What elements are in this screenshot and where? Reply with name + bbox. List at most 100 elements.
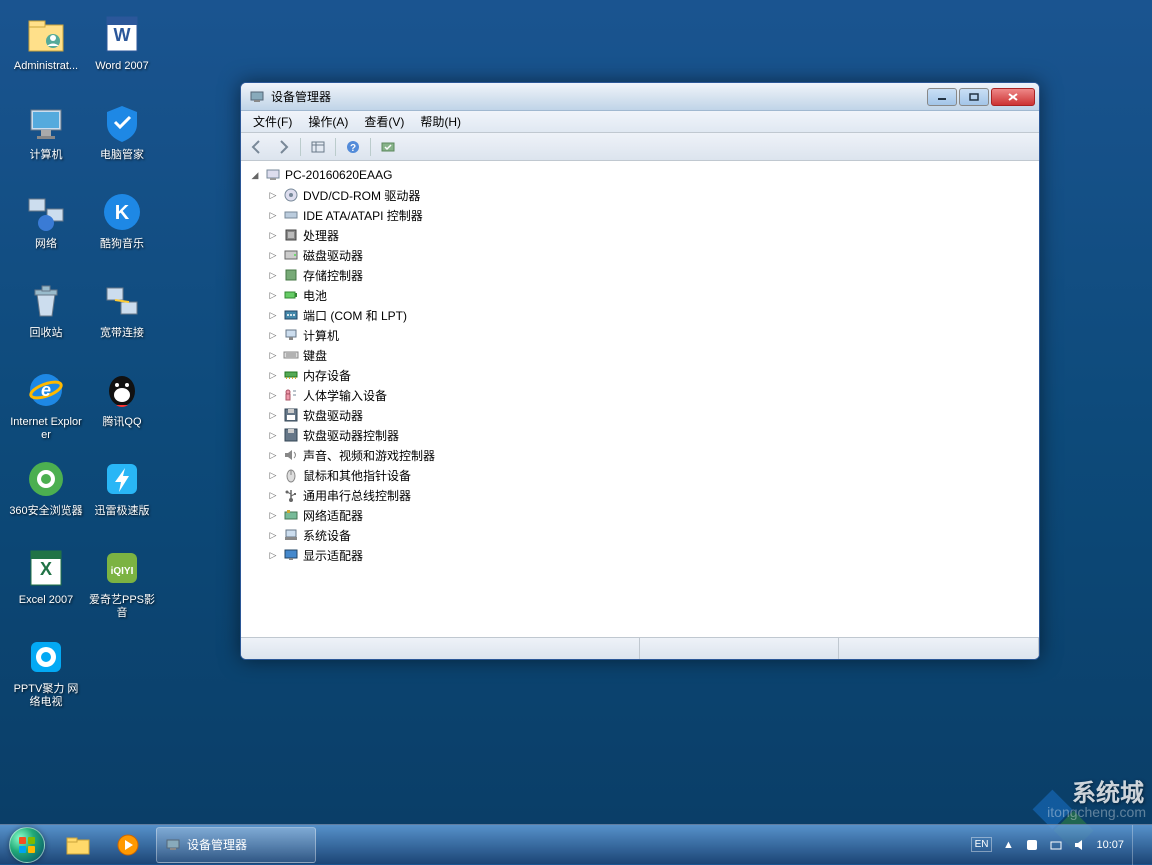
- tree-category[interactable]: ▷人体学输入设备: [267, 385, 1031, 405]
- taskbar: 设备管理器 EN ▲ 10:07: [0, 824, 1152, 864]
- desktop-icon-pcmanager[interactable]: 电脑管家: [84, 97, 160, 182]
- sound-icon: [283, 447, 299, 463]
- expand-icon[interactable]: ▷: [267, 270, 279, 281]
- mouse-icon: [283, 467, 299, 483]
- desktop-icon-label: 计算机: [30, 149, 63, 162]
- close-button[interactable]: [991, 88, 1035, 106]
- tree-category[interactable]: ▷软盘驱动器控制器: [267, 425, 1031, 445]
- menu-item[interactable]: 操作(A): [300, 111, 356, 132]
- desktop-icon-network[interactable]: 网络: [8, 186, 84, 271]
- desktop-icon-thunder[interactable]: 迅雷极速版: [84, 453, 160, 538]
- tree-category[interactable]: ▷电池: [267, 285, 1031, 305]
- expand-icon[interactable]: ▷: [267, 290, 279, 301]
- maximize-button[interactable]: [959, 88, 989, 106]
- tree-category[interactable]: ▷IDE ATA/ATAPI 控制器: [267, 205, 1031, 225]
- desktop-icon-qq[interactable]: 腾讯QQ: [84, 364, 160, 449]
- tree-category[interactable]: ▷软盘驱动器: [267, 405, 1031, 425]
- category-label: 存储控制器: [303, 267, 363, 284]
- lang-indicator[interactable]: EN: [971, 837, 993, 852]
- start-button[interactable]: [0, 825, 54, 865]
- desktop-icon-label: 爱奇艺PPS影音: [85, 594, 159, 620]
- desktop-icon-label: 酷狗音乐: [100, 238, 144, 251]
- expand-icon[interactable]: ▷: [267, 370, 279, 381]
- tree-category[interactable]: ▷ 存储控制器: [267, 265, 1031, 285]
- show-desktop-button[interactable]: [1132, 825, 1144, 865]
- category-label: 处理器: [303, 227, 339, 244]
- titlebar[interactable]: 设备管理器: [241, 83, 1039, 111]
- desktop-icon-label: 网络: [35, 238, 57, 251]
- tree-root[interactable]: ◢ PC-20160620EAAG: [249, 165, 1031, 185]
- desktop-icon-broadband[interactable]: 宽带连接: [84, 275, 160, 360]
- tree-category[interactable]: ▷磁盘驱动器: [267, 245, 1031, 265]
- menu-item[interactable]: 查看(V): [356, 111, 412, 132]
- scan-button[interactable]: [376, 136, 400, 158]
- kugou-icon: K: [98, 188, 146, 236]
- desktop-icon-computer[interactable]: 计算机: [8, 97, 84, 182]
- minimize-button[interactable]: [927, 88, 957, 106]
- tree-category[interactable]: ▷DVD/CD-ROM 驱动器: [267, 185, 1031, 205]
- expand-icon[interactable]: ▷: [267, 210, 279, 221]
- tree-category[interactable]: ▷显示适配器: [267, 545, 1031, 565]
- desktop-icon-excel[interactable]: XExcel 2007: [8, 542, 84, 627]
- menubar: 文件(F)操作(A)查看(V)帮助(H): [241, 111, 1039, 133]
- menu-item[interactable]: 帮助(H): [412, 111, 469, 132]
- word-icon: W: [98, 10, 146, 58]
- desktop-icon-kugou[interactable]: K 酷狗音乐: [84, 186, 160, 271]
- expand-icon[interactable]: ▷: [267, 450, 279, 461]
- excel-icon: X: [22, 544, 70, 592]
- expand-icon[interactable]: ▷: [267, 530, 279, 541]
- desktop-icon-pptv[interactable]: PPTV聚力 网络电视: [8, 631, 84, 716]
- expand-icon[interactable]: ▷: [267, 390, 279, 401]
- taskbar-active-window[interactable]: 设备管理器: [156, 827, 316, 863]
- pinned-explorer[interactable]: [54, 826, 102, 864]
- expand-icon[interactable]: ▷: [267, 490, 279, 501]
- desktop-icon-360[interactable]: 360安全浏览器: [8, 453, 84, 538]
- tree-category[interactable]: ▷内存设备: [267, 365, 1031, 385]
- tray-volume-icon[interactable]: [1072, 837, 1088, 853]
- tree-category[interactable]: ▷声音、视频和游戏控制器: [267, 445, 1031, 465]
- tray-up-icon[interactable]: ▲: [1000, 837, 1016, 853]
- collapse-icon[interactable]: ◢: [249, 170, 261, 181]
- expand-icon[interactable]: ▷: [267, 430, 279, 441]
- device-tree[interactable]: ◢ PC-20160620EAAG ▷DVD/CD-ROM 驱动器▷IDE AT…: [241, 161, 1039, 637]
- desktop-icon-ie[interactable]: e Internet Explorer: [8, 364, 84, 449]
- tree-category[interactable]: ▷鼠标和其他指针设备: [267, 465, 1031, 485]
- tray-network-icon[interactable]: [1048, 837, 1064, 853]
- desktop-icon-iqiyi[interactable]: iQIYI爱奇艺PPS影音: [84, 542, 160, 627]
- window-title: 设备管理器: [271, 88, 927, 105]
- expand-icon[interactable]: ▷: [267, 350, 279, 361]
- tree-category[interactable]: ▷计算机: [267, 325, 1031, 345]
- expand-icon[interactable]: ▷: [267, 550, 279, 561]
- expand-icon[interactable]: ▷: [267, 330, 279, 341]
- expand-icon[interactable]: ▷: [267, 250, 279, 261]
- pinned-wmp[interactable]: [104, 826, 152, 864]
- show-hidden-button[interactable]: [306, 136, 330, 158]
- expand-icon[interactable]: ▷: [267, 310, 279, 321]
- expand-icon[interactable]: ▷: [267, 410, 279, 421]
- tree-category[interactable]: ▷系统设备: [267, 525, 1031, 545]
- expand-icon[interactable]: ▷: [267, 190, 279, 201]
- desktop-icon-label: Internet Explorer: [9, 416, 83, 442]
- forward-button[interactable]: [271, 136, 295, 158]
- expand-icon[interactable]: ▷: [267, 230, 279, 241]
- statusbar: [241, 637, 1039, 659]
- tree-category[interactable]: ▷ 处理器: [267, 225, 1031, 245]
- svg-text:e: e: [41, 380, 51, 400]
- expand-icon[interactable]: ▷: [267, 510, 279, 521]
- folder-user-icon: [22, 10, 70, 58]
- menu-item[interactable]: 文件(F): [245, 111, 300, 132]
- desktop-icon-folder-user[interactable]: Administrat...: [8, 8, 84, 93]
- tree-category[interactable]: ▷网络适配器: [267, 505, 1031, 525]
- back-button[interactable]: [245, 136, 269, 158]
- help-button[interactable]: ?: [341, 136, 365, 158]
- tree-category[interactable]: ▷ 通用串行总线控制器: [267, 485, 1031, 505]
- desktop-icon-label: 电脑管家: [100, 149, 144, 162]
- desktop-icon-recycle[interactable]: 回收站: [8, 275, 84, 360]
- tree-category[interactable]: ▷端口 (COM 和 LPT): [267, 305, 1031, 325]
- expand-icon[interactable]: ▷: [267, 470, 279, 481]
- tree-category[interactable]: ▷键盘: [267, 345, 1031, 365]
- clock[interactable]: 10:07: [1096, 839, 1124, 851]
- category-label: 通用串行总线控制器: [303, 487, 411, 504]
- desktop-icon-word[interactable]: WWord 2007: [84, 8, 160, 93]
- tray-action-icon[interactable]: [1024, 837, 1040, 853]
